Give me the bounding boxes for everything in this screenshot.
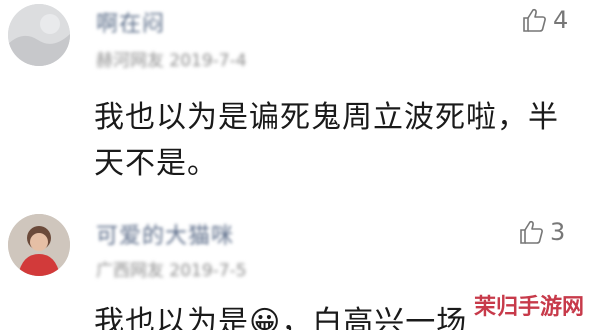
thumbs-up-icon	[523, 8, 546, 32]
like-count: 3	[550, 218, 566, 246]
avatar[interactable]	[8, 214, 70, 276]
like-button[interactable]: 4	[521, 6, 568, 34]
like-button[interactable]: 3	[518, 218, 565, 246]
avatar-image	[8, 4, 70, 66]
like-count: 4	[553, 6, 569, 34]
comment-text: 我也以为是谝死鬼周立波死啦，半天不是。	[94, 100, 559, 181]
watermark-logo: 茉归手游网	[473, 295, 584, 320]
comment-item: 啊在闷 赫河网友 2019-7-4 4 我也以为是谝死鬼周立波死啦，半天不是。	[0, 0, 594, 200]
username[interactable]: 可爱的大猫咪	[96, 218, 234, 250]
comment-meta: 赫河网友 2019-7-4	[96, 51, 247, 71]
avatar-image	[8, 214, 70, 276]
comment-meta: 广西网友 2019-7-5	[96, 261, 247, 281]
username[interactable]: 啊在闷	[96, 6, 165, 38]
thumbs-up-icon	[520, 220, 543, 244]
avatar[interactable]	[8, 4, 70, 66]
